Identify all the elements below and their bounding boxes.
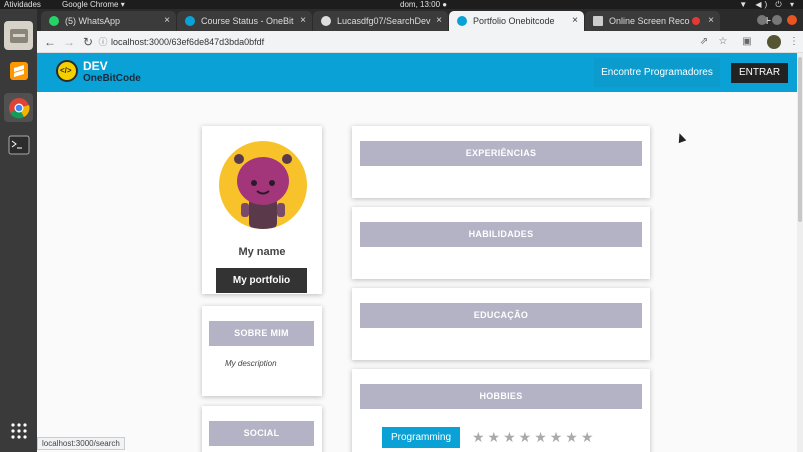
site-info-icon[interactable]: ⓘ	[95, 34, 111, 50]
app-grid-icon[interactable]	[4, 416, 33, 445]
robot-illustration-icon	[234, 154, 292, 229]
my-portfolio-button[interactable]: My portfolio	[216, 268, 307, 293]
minimize-icon[interactable]	[757, 15, 767, 25]
profile-avatar[interactable]	[767, 35, 781, 49]
code-logo-icon[interactable]	[56, 60, 78, 82]
profile-name: My name	[238, 246, 286, 258]
menu-icon[interactable]: ⋮	[787, 35, 801, 49]
recording-icon	[692, 17, 700, 25]
tab-label: Lucasdfg07/SearchDev	[337, 16, 431, 26]
experiences-title: EXPERIÊNCIAS	[360, 141, 642, 166]
app-menu-label[interactable]: Google Chrome ▾	[62, 0, 125, 9]
tab-whatsapp[interactable]: (5) WhatsApp ×	[41, 11, 176, 31]
forward-button[interactable]: →	[61, 34, 77, 50]
close-icon[interactable]: ×	[300, 11, 306, 31]
github-icon	[321, 16, 331, 26]
activities-label[interactable]: Atividades	[4, 0, 41, 9]
window-controls	[757, 15, 797, 25]
find-developers-link[interactable]: Encontre Programadores	[594, 58, 720, 87]
share-icon[interactable]: ⇗	[697, 35, 711, 49]
grid-dots-icon	[10, 422, 27, 439]
tab-github[interactable]: Lucasdfg07/SearchDev ×	[313, 11, 448, 31]
experiences-card: EXPERIÊNCIAS	[352, 126, 650, 198]
about-title: SOBRE MIM	[209, 321, 314, 346]
os-top-bar: Atividades Google Chrome ▾ dom, 13:00 ● …	[0, 0, 803, 9]
bookmark-star-icon[interactable]: ☆	[716, 35, 730, 49]
tab-label: Online Screen Reco	[609, 16, 690, 26]
page-scrollbar[interactable]	[797, 53, 803, 452]
tab-course-status[interactable]: Course Status - OneBit ×	[177, 11, 312, 31]
app-navbar: DEV OneBitCode Encontre Programadores EN…	[37, 53, 797, 92]
close-window-icon[interactable]	[787, 15, 797, 25]
scrollbar-thumb[interactable]	[798, 57, 802, 222]
whatsapp-icon	[49, 16, 59, 26]
dock	[0, 9, 37, 452]
skills-card: HABILIDADES	[352, 207, 650, 279]
tab-label: Portfolio Onebitcode	[473, 16, 555, 26]
hobbies-title: HOBBIES	[360, 384, 642, 409]
sublime-logo-icon	[9, 61, 28, 80]
tab-strip: (5) WhatsApp × Course Status - OneBit × …	[37, 9, 803, 31]
education-card: EDUCAÇÃO	[352, 288, 650, 360]
chrome-icon[interactable]	[4, 93, 33, 122]
browser-toolbar: ← → ↻ ⓘ localhost:3000/63ef6de847d3bda0b…	[37, 31, 803, 53]
close-icon[interactable]: ×	[708, 11, 714, 31]
terminal-icon[interactable]	[4, 130, 33, 159]
terminal-window-icon	[8, 135, 29, 154]
mouse-cursor-icon	[675, 131, 687, 144]
close-icon[interactable]: ×	[572, 11, 578, 31]
close-icon[interactable]: ×	[164, 11, 170, 31]
status-bar-url: localhost:3000/search	[37, 437, 125, 450]
tab-label: (5) WhatsApp	[65, 16, 121, 26]
skills-title: HABILIDADES	[360, 222, 642, 247]
about-card: SOBRE MIM My description	[202, 306, 322, 396]
drawer-icon	[9, 28, 28, 43]
extension-icon[interactable]: ▣	[740, 35, 754, 49]
back-button[interactable]: ←	[42, 34, 58, 50]
address-bar[interactable]: localhost:3000/63ef6de847d3bda0bfdf	[111, 36, 264, 48]
education-title: EDUCAÇÃO	[360, 303, 642, 328]
close-icon[interactable]: ×	[436, 11, 442, 31]
tab-label: Course Status - OneBit	[201, 16, 294, 26]
reload-button[interactable]: ↻	[80, 34, 96, 50]
profile-card: My name My portfolio	[202, 126, 322, 294]
clock[interactable]: dom, 13:00 ●	[400, 0, 447, 9]
profile-description: My description	[225, 359, 277, 368]
files-icon[interactable]	[4, 21, 33, 50]
system-tray[interactable]: ▼ ◀) ⏻ ▾	[739, 0, 797, 9]
page-viewport: DEV OneBitCode Encontre Programadores EN…	[37, 53, 797, 452]
hobby-programming[interactable]: Programming	[382, 427, 460, 448]
hobbies-card: HOBBIES Programming ★★★★★★★★	[352, 369, 650, 452]
robot-avatar	[219, 141, 307, 229]
maximize-icon[interactable]	[772, 15, 782, 25]
page-icon	[593, 16, 603, 26]
chrome-logo-icon	[8, 97, 29, 118]
brand-line1[interactable]: DEV	[83, 60, 108, 73]
sublime-icon[interactable]	[4, 56, 33, 85]
tab-portfolio[interactable]: Portfolio Onebitcode ×	[449, 11, 584, 31]
social-card: SOCIAL	[202, 406, 322, 452]
tab-screen-recorder[interactable]: Online Screen Reco ×	[585, 11, 720, 31]
globe-icon	[457, 16, 467, 26]
social-title: SOCIAL	[209, 421, 314, 446]
star-rating[interactable]: ★★★★★★★★	[472, 427, 596, 448]
brand-line2[interactable]: OneBitCode	[83, 73, 141, 84]
login-button[interactable]: ENTRAR	[731, 63, 788, 83]
onebitcode-icon	[185, 16, 195, 26]
